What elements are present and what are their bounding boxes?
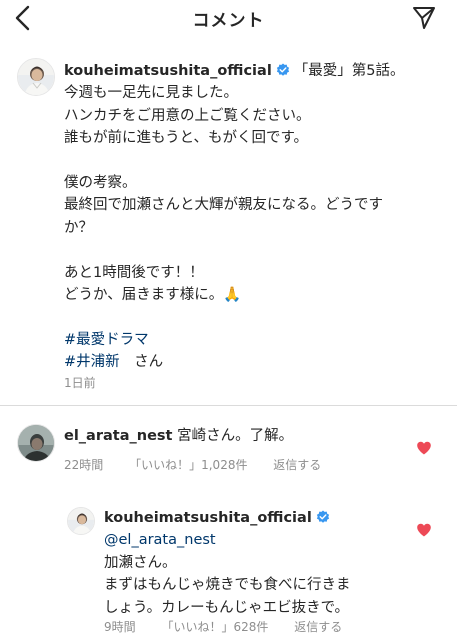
- caption-line: 誰もが前に進もうと、もがく回です。: [64, 130, 309, 147]
- paper-plane-icon: [413, 7, 435, 29]
- caption-line: ハンカチをご用意の上ご覧ください。: [64, 107, 311, 124]
- heart-filled-icon: [417, 523, 431, 537]
- reply-timestamp: 9時間: [104, 620, 136, 634]
- reply-line: 加瀬さん。: [104, 554, 177, 571]
- share-button[interactable]: [411, 5, 437, 31]
- mention-tag-link[interactable]: #井浦新: [64, 354, 120, 370]
- comment-username[interactable]: el_arata_nest: [64, 428, 172, 444]
- comment-timestamp: 22時間: [64, 458, 104, 472]
- comment-text: 宮崎さん。了解。: [177, 428, 294, 444]
- comment-likes-link[interactable]: 「いいね！」1,028件: [129, 458, 247, 472]
- hashtag-link[interactable]: #最愛ドラマ: [64, 332, 149, 348]
- reply-reply-button[interactable]: 返信する: [294, 620, 342, 634]
- reply-likes-link[interactable]: 「いいね！」628件: [161, 620, 268, 634]
- reply-body: kouheimatsushita_official @el_arata_nest…: [104, 507, 351, 619]
- caption-line: どうか、届きます様に。🙏: [64, 287, 242, 304]
- caption-line: 今週も一足先に見ました。: [64, 85, 238, 102]
- caption-line: か？: [64, 219, 93, 236]
- reply-meta: 9時間 「いいね！」628件 返信する: [104, 618, 364, 635]
- verified-badge-icon: [316, 510, 329, 523]
- post-caption: kouheimatsushita_official 「最愛」第5話。 今週も一足…: [64, 60, 449, 374]
- avatar-photo-icon: [18, 425, 54, 461]
- avatar-photo-icon: [68, 508, 94, 534]
- reply-like-button[interactable]: [416, 522, 432, 538]
- avatar[interactable]: [17, 58, 55, 96]
- reply-line: まずはもんじゃ焼きでも食べに行きま: [104, 577, 351, 594]
- caption-line: 僕の考察。: [64, 175, 137, 192]
- heart-filled-icon: [417, 441, 431, 455]
- reply-username[interactable]: kouheimatsushita_official: [104, 510, 312, 526]
- comment-like-button[interactable]: [416, 440, 432, 456]
- page-title: コメント: [192, 11, 265, 31]
- caption-first-line: 「最愛」第5話。: [293, 63, 405, 79]
- avatar-photo-icon: [18, 59, 54, 95]
- post-username[interactable]: kouheimatsushita_official: [64, 63, 272, 79]
- divider: [0, 405, 457, 406]
- comment-reply-button[interactable]: 返信する: [273, 458, 321, 472]
- verified-badge-icon: [276, 63, 289, 76]
- caption-line: あと1時間後です！！: [64, 264, 204, 281]
- avatar[interactable]: [17, 424, 55, 462]
- post-timestamp: 1日前: [64, 376, 96, 390]
- reply-line: しょう。カレーもんじゃエビ抜きで。: [104, 599, 350, 616]
- comment-meta: 22時間 「いいね！」1,028件 返信する: [64, 456, 343, 473]
- top-bar: コメント: [0, 0, 457, 36]
- comment-body: el_arata_nest 宮崎さん。了解。: [64, 425, 293, 447]
- avatar[interactable]: [67, 507, 95, 535]
- mention-suffix: さん: [119, 354, 164, 371]
- caption-line: 最終回で加瀬さんと大輝が親友になる。どうです: [64, 197, 383, 214]
- reply-mention-link[interactable]: @el_arata_nest: [104, 532, 216, 548]
